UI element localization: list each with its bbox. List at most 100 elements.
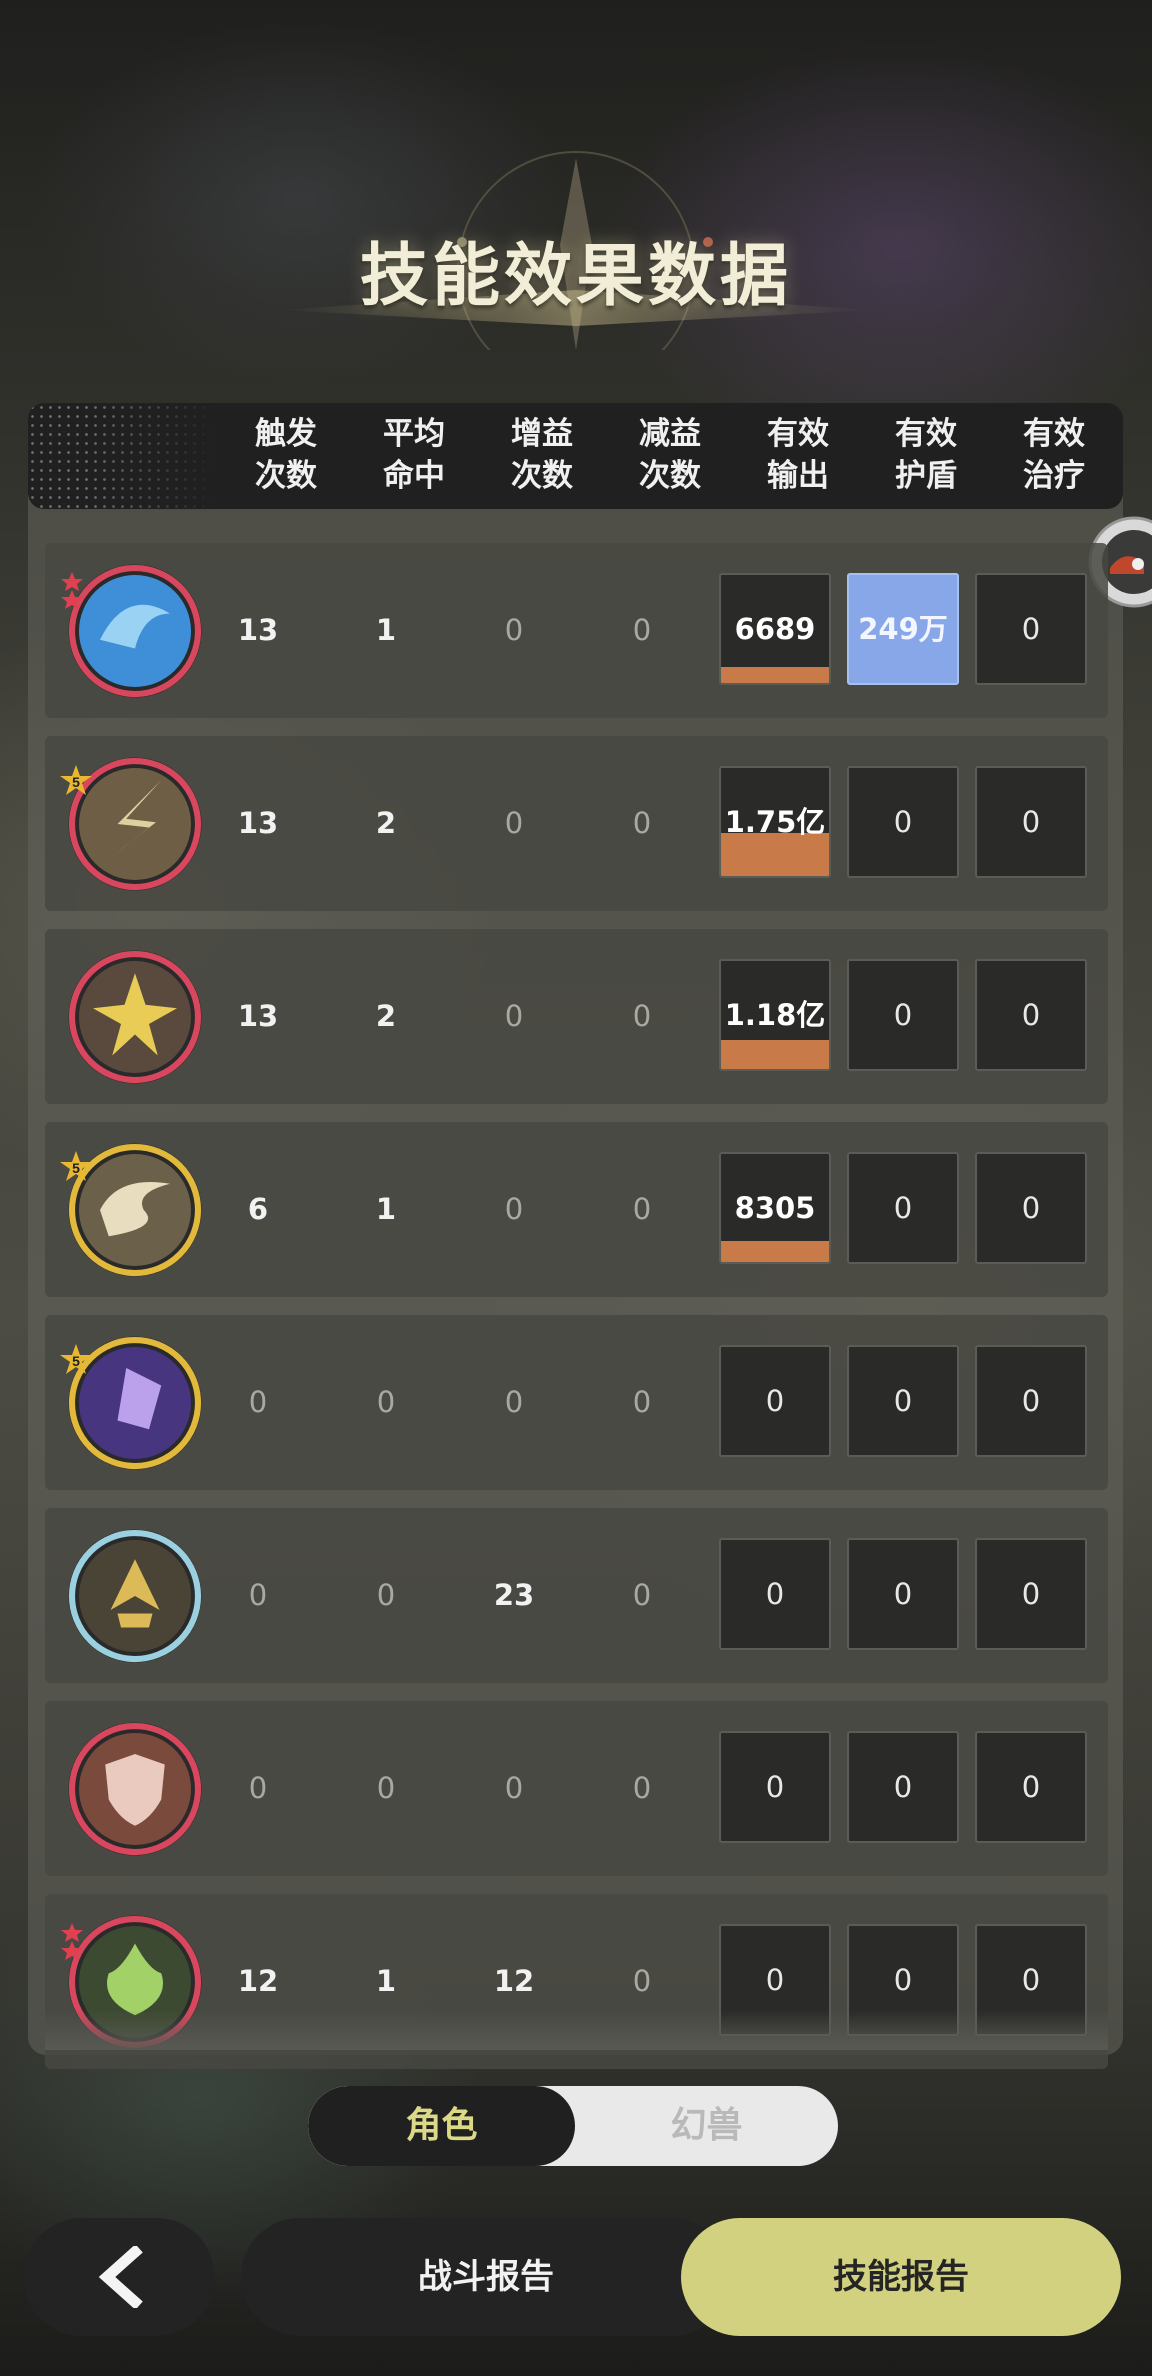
avg-hit: 1 (375, 1192, 397, 1226)
effective-shield-cell: 0 (847, 1731, 959, 1843)
avg-hit: 1 (375, 613, 397, 647)
effective-heal-cell: 0 (975, 959, 1087, 1071)
col-header-debuff: 减益 次数 (639, 416, 701, 494)
water-wave-skill-icon[interactable] (61, 561, 205, 701)
col-header-trigger: 触发 次数 (255, 416, 317, 494)
sand-whirl-skill-icon[interactable]: 5 (60, 1140, 205, 1280)
damage-value: 0 (765, 1770, 785, 1804)
avg-hit: 0 (376, 1578, 396, 1612)
effective-damage-cell: 1.18亿 (719, 959, 831, 1071)
list-fade (45, 2010, 1108, 2050)
col-header-avg-hit: 平均 命中 (383, 416, 445, 494)
buff-count: 0 (504, 1192, 524, 1226)
toggle-beast[interactable]: 幻兽 (575, 2086, 838, 2166)
skill-row[interactable]: 0000000 (45, 1701, 1108, 1876)
page-title: 技能效果数据 (359, 237, 792, 316)
red-stars-badge (59, 571, 91, 609)
buff-count: 23 (493, 1578, 535, 1612)
damage-value: 1.18亿 (724, 998, 826, 1032)
effective-heal-cell: 0 (975, 1152, 1087, 1264)
shield-sword-skill-icon[interactable] (65, 1719, 205, 1859)
effective-heal-cell: 0 (975, 766, 1087, 878)
avg-hit: 2 (375, 999, 397, 1033)
buff-count: 0 (504, 1385, 524, 1419)
skill-row[interactable]: 131006689万249万0 (45, 543, 1108, 718)
effective-damage-cell: 6689万 (719, 573, 831, 685)
purple-arcane-skill-icon[interactable]: 5 (60, 1333, 205, 1473)
damage-value: 0 (765, 1577, 785, 1611)
debuff-count: 0 (632, 1192, 652, 1226)
toggle-character[interactable]: 角色 (308, 2086, 575, 2166)
damage-value: 0 (765, 1384, 785, 1418)
back-arrow-icon (98, 2246, 143, 2308)
skill-report-button[interactable]: 技能报告 (681, 2218, 1121, 2336)
trigger-count: 13 (237, 806, 279, 840)
effective-damage-cell: 0 (719, 1345, 831, 1457)
header-dot-pattern (28, 403, 218, 509)
star-level-badge: 5 (59, 764, 92, 796)
buff-count: 0 (504, 1771, 524, 1805)
red-stars-badge (59, 1922, 91, 1960)
damage-bar (721, 833, 829, 876)
col-header-buff: 增益 次数 (511, 416, 573, 494)
damage-bar (721, 1040, 829, 1069)
effective-damage-cell: 8305万 (719, 1152, 831, 1264)
effective-shield-cell: 249万 (847, 573, 959, 685)
skill-row[interactable]: 5 13 2 0 0 1.75亿 0 0 (45, 736, 1108, 911)
star-level-badge: 5 (59, 1343, 92, 1375)
golden-crest-skill-icon[interactable] (65, 1526, 205, 1666)
damage-bar (721, 1241, 829, 1262)
damage-value: 1.75亿 (724, 805, 826, 839)
effective-shield-cell: 0 (847, 959, 959, 1071)
buff-count: 0 (504, 999, 524, 1033)
back-button[interactable] (23, 2218, 215, 2336)
buff-count: 0 (504, 806, 524, 840)
debuff-count: 0 (632, 999, 652, 1033)
title-banner: 技能效果数据 (0, 150, 1152, 350)
effective-damage-cell: 0 (719, 1731, 831, 1843)
damage-value: 0 (765, 1963, 785, 1997)
trigger-count: 6 (247, 1192, 269, 1226)
effective-shield-cell: 0 (847, 1152, 959, 1264)
effective-shield-cell: 0 (847, 1538, 959, 1650)
unit-type-toggle[interactable]: 角色 幻兽 (308, 2086, 838, 2166)
svg-text:5: 5 (72, 774, 80, 790)
star-level-badge: 5 (59, 1150, 92, 1182)
light-slash-skill-icon[interactable]: 5 (60, 754, 205, 894)
skill-row[interactable]: 561008305万00 (45, 1122, 1108, 1297)
battle-report-button[interactable]: 战斗报告 (241, 2218, 731, 2336)
col-header-damage: 有效 输出 (767, 416, 829, 494)
svg-text:5: 5 (72, 1353, 80, 1369)
debuff-count: 0 (632, 1578, 652, 1612)
effective-shield-cell: 0 (847, 1345, 959, 1457)
avg-hit: 0 (376, 1385, 396, 1419)
lightning-burst-skill-icon[interactable] (65, 947, 205, 1087)
svg-text:5: 5 (72, 1160, 80, 1176)
debuff-count: 0 (632, 1771, 652, 1805)
debuff-count: 0 (632, 806, 652, 840)
buff-count: 0 (504, 613, 524, 647)
effective-damage-cell: 1.75亿 (719, 766, 831, 878)
effective-heal-cell: 0 (975, 1538, 1087, 1650)
effective-heal-cell: 0 (975, 573, 1087, 685)
table-header: 触发 次数 平均 命中 增益 次数 减益 次数 有效 输出 有效 护盾 有效 治疗 (28, 403, 1123, 509)
trigger-count: 0 (248, 1771, 268, 1805)
col-header-heal: 有效 治疗 (1023, 416, 1085, 494)
avg-hit: 2 (375, 806, 397, 840)
skill-row[interactable]: 50000000 (45, 1315, 1108, 1490)
effective-heal-cell: 0 (975, 1731, 1087, 1843)
trigger-count: 13 (237, 999, 279, 1033)
trigger-count: 0 (248, 1578, 268, 1612)
debuff-count: 0 (632, 613, 652, 647)
effective-heal-cell: 0 (975, 1345, 1087, 1457)
col-header-shield: 有效 护盾 (895, 416, 957, 494)
avg-hit: 0 (376, 1771, 396, 1805)
effective-damage-cell: 0 (719, 1538, 831, 1650)
debuff-count: 0 (632, 1385, 652, 1419)
trigger-count: 0 (248, 1385, 268, 1419)
damage-bar (721, 667, 829, 683)
trigger-count: 13 (237, 613, 279, 647)
skill-row[interactable]: 13 2 0 0 1.18亿 0 0 (45, 929, 1108, 1104)
effective-shield-cell: 0 (847, 766, 959, 878)
skill-row[interactable]: 0 0 23 0 0 0 0 (45, 1508, 1108, 1683)
